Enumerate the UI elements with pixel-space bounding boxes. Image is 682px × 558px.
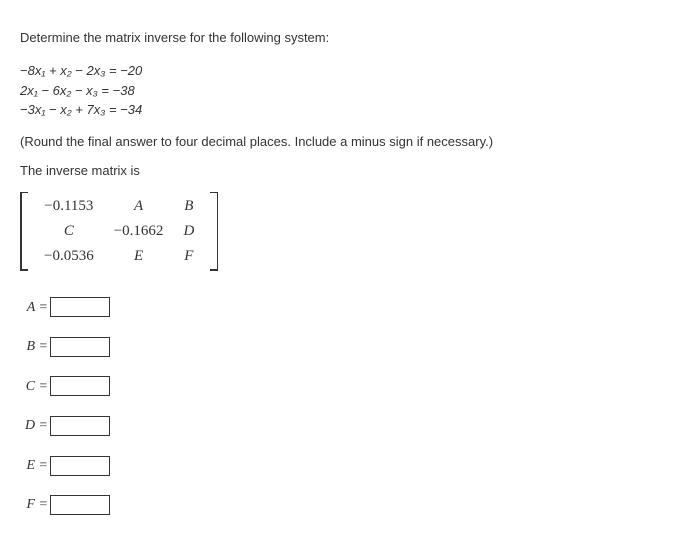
answer-label-B: B =: [20, 330, 48, 364]
answer-row-E: E =: [20, 449, 662, 483]
matrix-left-bracket: [20, 192, 30, 271]
equations-block: −8x₁ + x₂ − 2x₃ = −20 2x₁ − 6x₂ − x₃ = −…: [20, 61, 662, 120]
matrix-cell-32: E: [104, 244, 174, 269]
answer-input-F[interactable]: [50, 495, 110, 515]
rounding-note: (Round the final answer to four decimal …: [20, 134, 662, 149]
matrix-cell-12: A: [104, 194, 174, 219]
equation-2: 2x₁ − 6x₂ − x₃ = −38: [20, 81, 662, 101]
equation-3: −3x₁ − x₂ + 7x₃ = −34: [20, 100, 662, 120]
equation-1: −8x₁ + x₂ − 2x₃ = −20: [20, 61, 662, 81]
answer-label-F: F =: [20, 488, 48, 522]
answer-input-E[interactable]: [50, 456, 110, 476]
answer-input-B[interactable]: [50, 337, 110, 357]
answer-inputs-block: A = B = C = D = E = F =: [20, 291, 662, 523]
answer-input-C[interactable]: [50, 376, 110, 396]
answer-row-A: A =: [20, 291, 662, 325]
matrix-cell-22: −0.1662: [104, 219, 174, 244]
answer-row-D: D =: [20, 409, 662, 443]
inverse-statement: The inverse matrix is: [20, 163, 662, 178]
matrix-display: −0.1153 A B C −0.1662 D −0.0536 E F: [20, 192, 662, 271]
answer-row-B: B =: [20, 330, 662, 364]
answer-row-C: C =: [20, 370, 662, 404]
matrix-cell-33: F: [173, 244, 204, 269]
matrix-table: −0.1153 A B C −0.1662 D −0.0536 E F: [34, 194, 204, 269]
answer-input-D[interactable]: [50, 416, 110, 436]
answer-label-E: E =: [20, 449, 48, 483]
matrix-cell-23: D: [173, 219, 204, 244]
matrix-cell-13: B: [173, 194, 204, 219]
matrix-cell-21: C: [34, 219, 104, 244]
matrix-cell-31: −0.0536: [34, 244, 104, 269]
answer-label-C: C =: [20, 370, 48, 404]
matrix-cell-11: −0.1153: [34, 194, 104, 219]
answer-label-A: A =: [20, 291, 48, 325]
answer-label-D: D =: [20, 409, 48, 443]
answer-input-A[interactable]: [50, 297, 110, 317]
answer-row-F: F =: [20, 488, 662, 522]
instruction-text: Determine the matrix inverse for the fol…: [20, 30, 662, 45]
matrix-right-bracket: [208, 192, 218, 271]
